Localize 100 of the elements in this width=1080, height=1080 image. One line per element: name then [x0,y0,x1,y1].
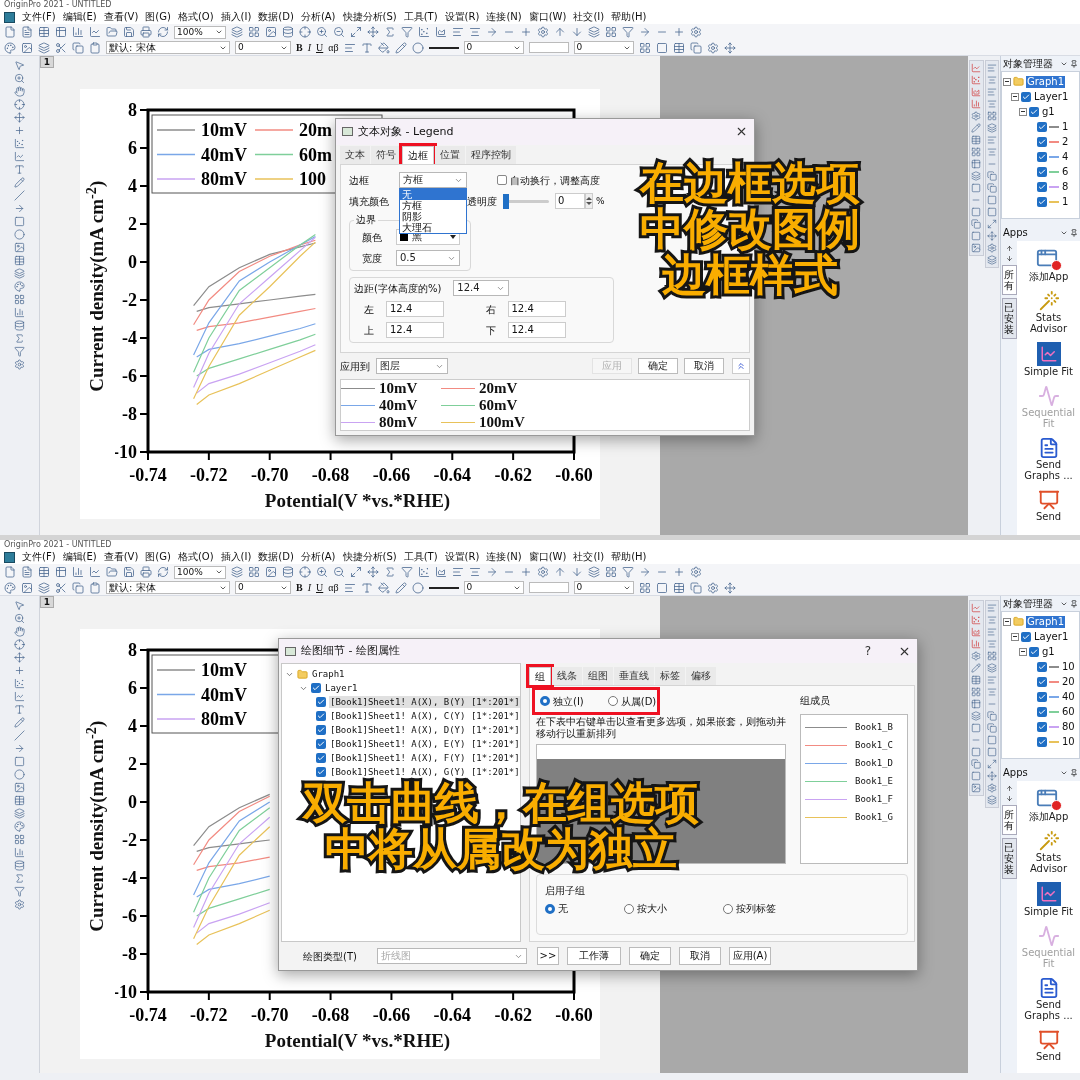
sheet-icon[interactable] [55,26,67,38]
line-chart-icon[interactable] [14,151,25,162]
table-icon[interactable] [14,255,25,266]
sheet-icon[interactable] [971,699,982,709]
app-label[interactable]: Simple Fit [1017,366,1080,377]
grid-icon[interactable] [14,834,25,845]
move-icon[interactable] [986,771,997,781]
menu-item[interactable]: 分析(A) [300,11,336,23]
dropdown-option[interactable]: 方框 [400,200,466,212]
image-icon[interactable] [971,783,982,793]
member-item[interactable]: Book1_F [855,792,893,807]
square-icon[interactable] [971,231,982,241]
format-button[interactable]: I [307,41,311,54]
copy-icon[interactable] [689,581,702,594]
line-preview[interactable] [528,42,569,53]
pencil-icon[interactable] [971,123,982,133]
checkbox[interactable] [316,725,326,735]
layers-icon[interactable] [14,808,25,819]
arrow-right-icon[interactable] [639,566,651,578]
chevron-down-icon[interactable] [1060,229,1068,237]
scatter-chart-icon[interactable] [971,75,982,85]
tree-item[interactable]: 80 [1061,720,1076,733]
expand-toggle[interactable] [1011,632,1019,641]
square-icon[interactable] [986,195,997,205]
vertical-tab[interactable]: 已安装 [1001,298,1017,339]
menu-item[interactable]: 文件(F) [22,11,56,23]
radio-button[interactable] [723,903,733,914]
grid-icon[interactable] [986,651,997,661]
scatter-chart-icon[interactable] [418,566,430,578]
image-icon[interactable] [971,243,982,253]
arrow-tool-icon[interactable] [14,203,25,214]
align-center-icon[interactable] [469,26,481,38]
layers-icon[interactable] [971,711,982,721]
zoom-field[interactable]: 100% [174,565,226,579]
app-label[interactable]: 添加App [1017,811,1080,822]
printer-icon[interactable] [140,566,152,578]
page-tab[interactable]: 1 [40,56,54,68]
bar-chart-icon[interactable] [72,26,84,38]
table-icon[interactable] [14,795,25,806]
crosshair-icon[interactable] [14,639,25,650]
arrow-tool-icon[interactable] [14,743,25,754]
opacity-field[interactable]: 0 [555,193,585,210]
arrow-up-icon[interactable] [1005,245,1013,252]
filter-icon[interactable] [401,566,413,578]
grid-icon[interactable] [986,111,997,121]
spin-up-icon[interactable] [586,197,592,201]
member-item[interactable]: Book1_G [855,810,893,825]
pin-icon[interactable] [1070,769,1078,777]
checkbox[interactable] [316,711,326,721]
database-icon[interactable] [14,860,25,871]
align-left-icon[interactable] [986,87,997,97]
align-center-icon[interactable] [986,75,997,85]
align-center-icon[interactable] [986,147,997,157]
cut-icon[interactable] [55,581,67,594]
font-size-select[interactable]: 0 [235,581,291,594]
text-color-icon[interactable] [360,581,373,594]
arrow-up-icon[interactable] [554,566,566,578]
tab[interactable]: 符号 [371,146,401,165]
layers-icon[interactable] [38,41,50,54]
radio-button[interactable] [607,696,618,706]
checkbox[interactable] [1037,691,1047,702]
plus-icon[interactable] [673,26,685,38]
line-tool-icon[interactable] [14,730,25,741]
line-preview[interactable] [528,582,569,593]
tree-item[interactable]: [Book1]Sheet1! A(X), D(Y) [1*:201*] [329,724,520,736]
refresh-icon[interactable] [157,26,169,38]
area-chart-icon[interactable] [435,26,447,38]
plus-icon[interactable] [14,665,25,676]
format-button[interactable]: I [307,581,311,594]
settings-icon[interactable] [537,566,549,578]
app-label[interactable]: Send [1017,1051,1080,1062]
image-icon[interactable] [14,242,25,253]
line-chart-icon[interactable] [89,26,101,38]
checkbox[interactable] [1037,661,1047,672]
menu-item[interactable]: 设置(R) [444,551,480,563]
expand-toggle[interactable] [1019,107,1027,116]
copy-icon[interactable] [971,759,982,769]
menu-item[interactable]: 图(G) [145,11,171,23]
pencil-icon[interactable] [14,177,25,188]
square-icon[interactable] [986,735,997,745]
app-logo-icon[interactable] [4,551,15,563]
grid-icon[interactable] [248,26,260,38]
vertical-tab[interactable]: 已安装 [1001,838,1017,879]
expand-toggle[interactable] [1011,92,1019,101]
tab[interactable]: 程序控制 [466,146,516,165]
layers-icon[interactable] [986,123,997,133]
square-icon[interactable] [986,747,997,757]
dialog-button[interactable]: 工作薄 [567,947,621,965]
arrow-right-icon[interactable] [486,26,498,38]
menu-item[interactable]: 快捷分析(S) [342,551,397,563]
settings-icon[interactable] [706,41,719,54]
margin-field[interactable]: 12.4 [386,301,444,318]
checkbox[interactable] [1021,91,1031,102]
crosshair-icon[interactable] [299,26,311,38]
margin-select[interactable]: 12.4 [453,280,510,297]
align-center-icon[interactable] [986,615,997,625]
menu-item[interactable]: 窗口(W) [528,11,567,23]
square-icon[interactable] [986,207,997,217]
copy-icon[interactable] [689,41,702,54]
layers-icon[interactable] [231,26,243,38]
